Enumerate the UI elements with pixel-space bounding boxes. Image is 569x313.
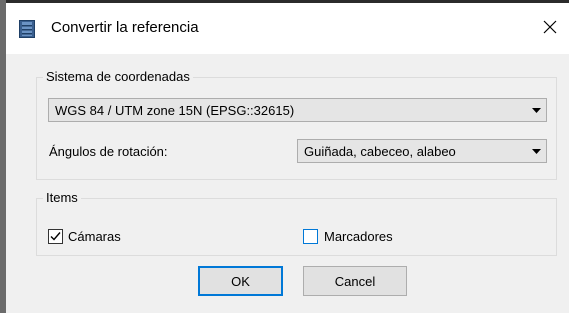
rotation-angles-value: Guiñada, cabeceo, alabeo <box>304 143 456 159</box>
title-bar: Convertir la referencia <box>6 3 569 54</box>
app-icon <box>19 20 35 38</box>
close-icon <box>543 20 557 34</box>
cancel-button[interactable]: Cancel <box>303 266 407 296</box>
close-button[interactable] <box>530 5 569 49</box>
crs-dropdown[interactable]: WGS 84 / UTM zone 15N (EPSG::32615) <box>48 98 547 122</box>
dialog-body: Sistema de coordenadas WGS 84 / UTM zone… <box>6 54 569 313</box>
markers-checkbox[interactable] <box>303 229 318 244</box>
items-legend: Items <box>43 190 81 205</box>
dialog-title: Convertir la referencia <box>51 19 199 36</box>
rotation-angles-label: Ángulos de rotación: <box>49 144 168 159</box>
coordinate-system-group: Sistema de coordenadas WGS 84 / UTM zone… <box>36 69 557 180</box>
cameras-label: Cámaras <box>68 229 121 244</box>
convert-reference-dialog: Convertir la referencia Sistema de coord… <box>0 0 569 313</box>
markers-label: Marcadores <box>324 229 393 244</box>
dropdown-arrow-icon <box>526 148 546 154</box>
dropdown-arrow-icon <box>526 107 546 113</box>
checkmark-icon <box>50 232 61 241</box>
ok-button[interactable]: OK <box>198 266 283 296</box>
rotation-angles-dropdown[interactable]: Guiñada, cabeceo, alabeo <box>297 139 547 163</box>
coordinate-system-legend: Sistema de coordenadas <box>43 69 193 84</box>
cameras-checkbox[interactable] <box>48 229 63 244</box>
crs-dropdown-value: WGS 84 / UTM zone 15N (EPSG::32615) <box>55 102 295 118</box>
items-group: Items Cámaras Marcadores <box>36 190 557 256</box>
